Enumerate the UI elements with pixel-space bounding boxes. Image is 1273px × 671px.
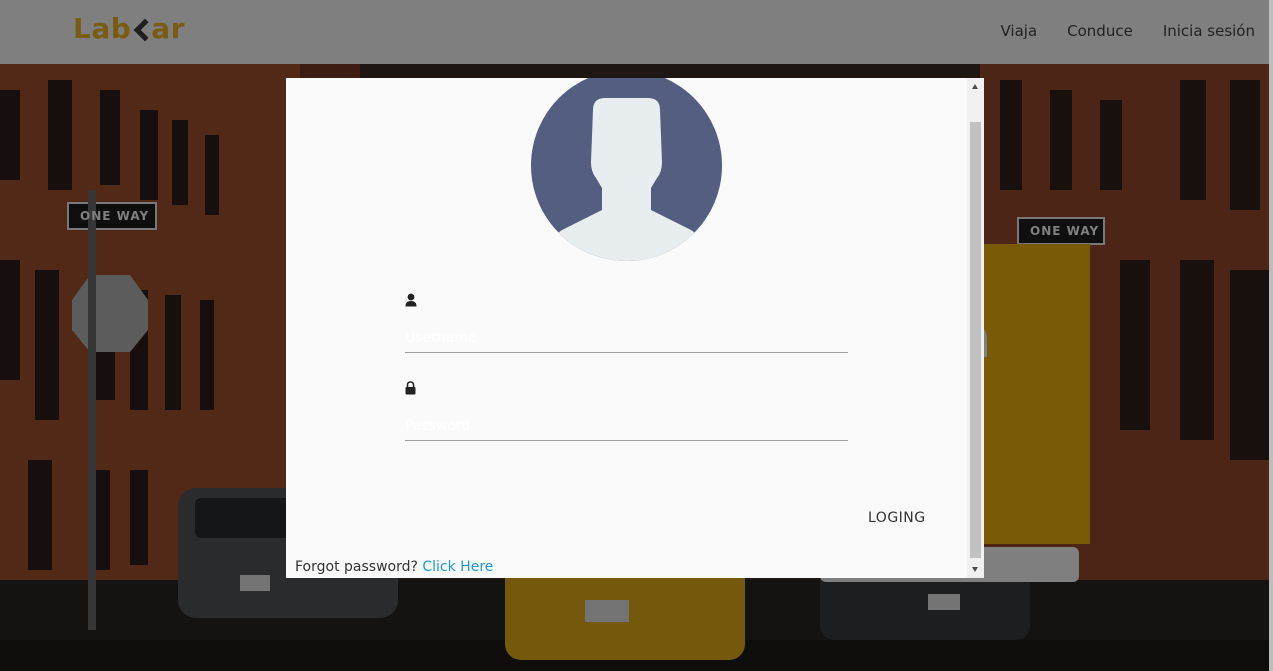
password-input[interactable] [405, 414, 848, 441]
user-icon [405, 293, 417, 307]
username-field-group [405, 292, 848, 353]
forgot-password-text: Forgot password? [295, 559, 418, 575]
login-modal: LOGING Forgot password? Click Here [286, 78, 984, 578]
page-scrollbar[interactable] [1269, 0, 1273, 671]
modal-scrollbar[interactable] [967, 78, 984, 578]
scroll-down-arrow-icon[interactable] [967, 561, 984, 578]
password-field-group [405, 380, 848, 441]
avatar-silhouette-icon [531, 78, 722, 261]
login-button[interactable]: LOGING [862, 508, 932, 528]
forgot-password-row: Forgot password? Click Here [295, 559, 493, 575]
username-input[interactable] [405, 326, 848, 353]
scroll-thumb[interactable] [970, 122, 981, 558]
forgot-password-link[interactable]: Click Here [422, 559, 493, 575]
scroll-up-arrow-icon[interactable] [967, 78, 984, 95]
lock-icon [405, 381, 416, 395]
